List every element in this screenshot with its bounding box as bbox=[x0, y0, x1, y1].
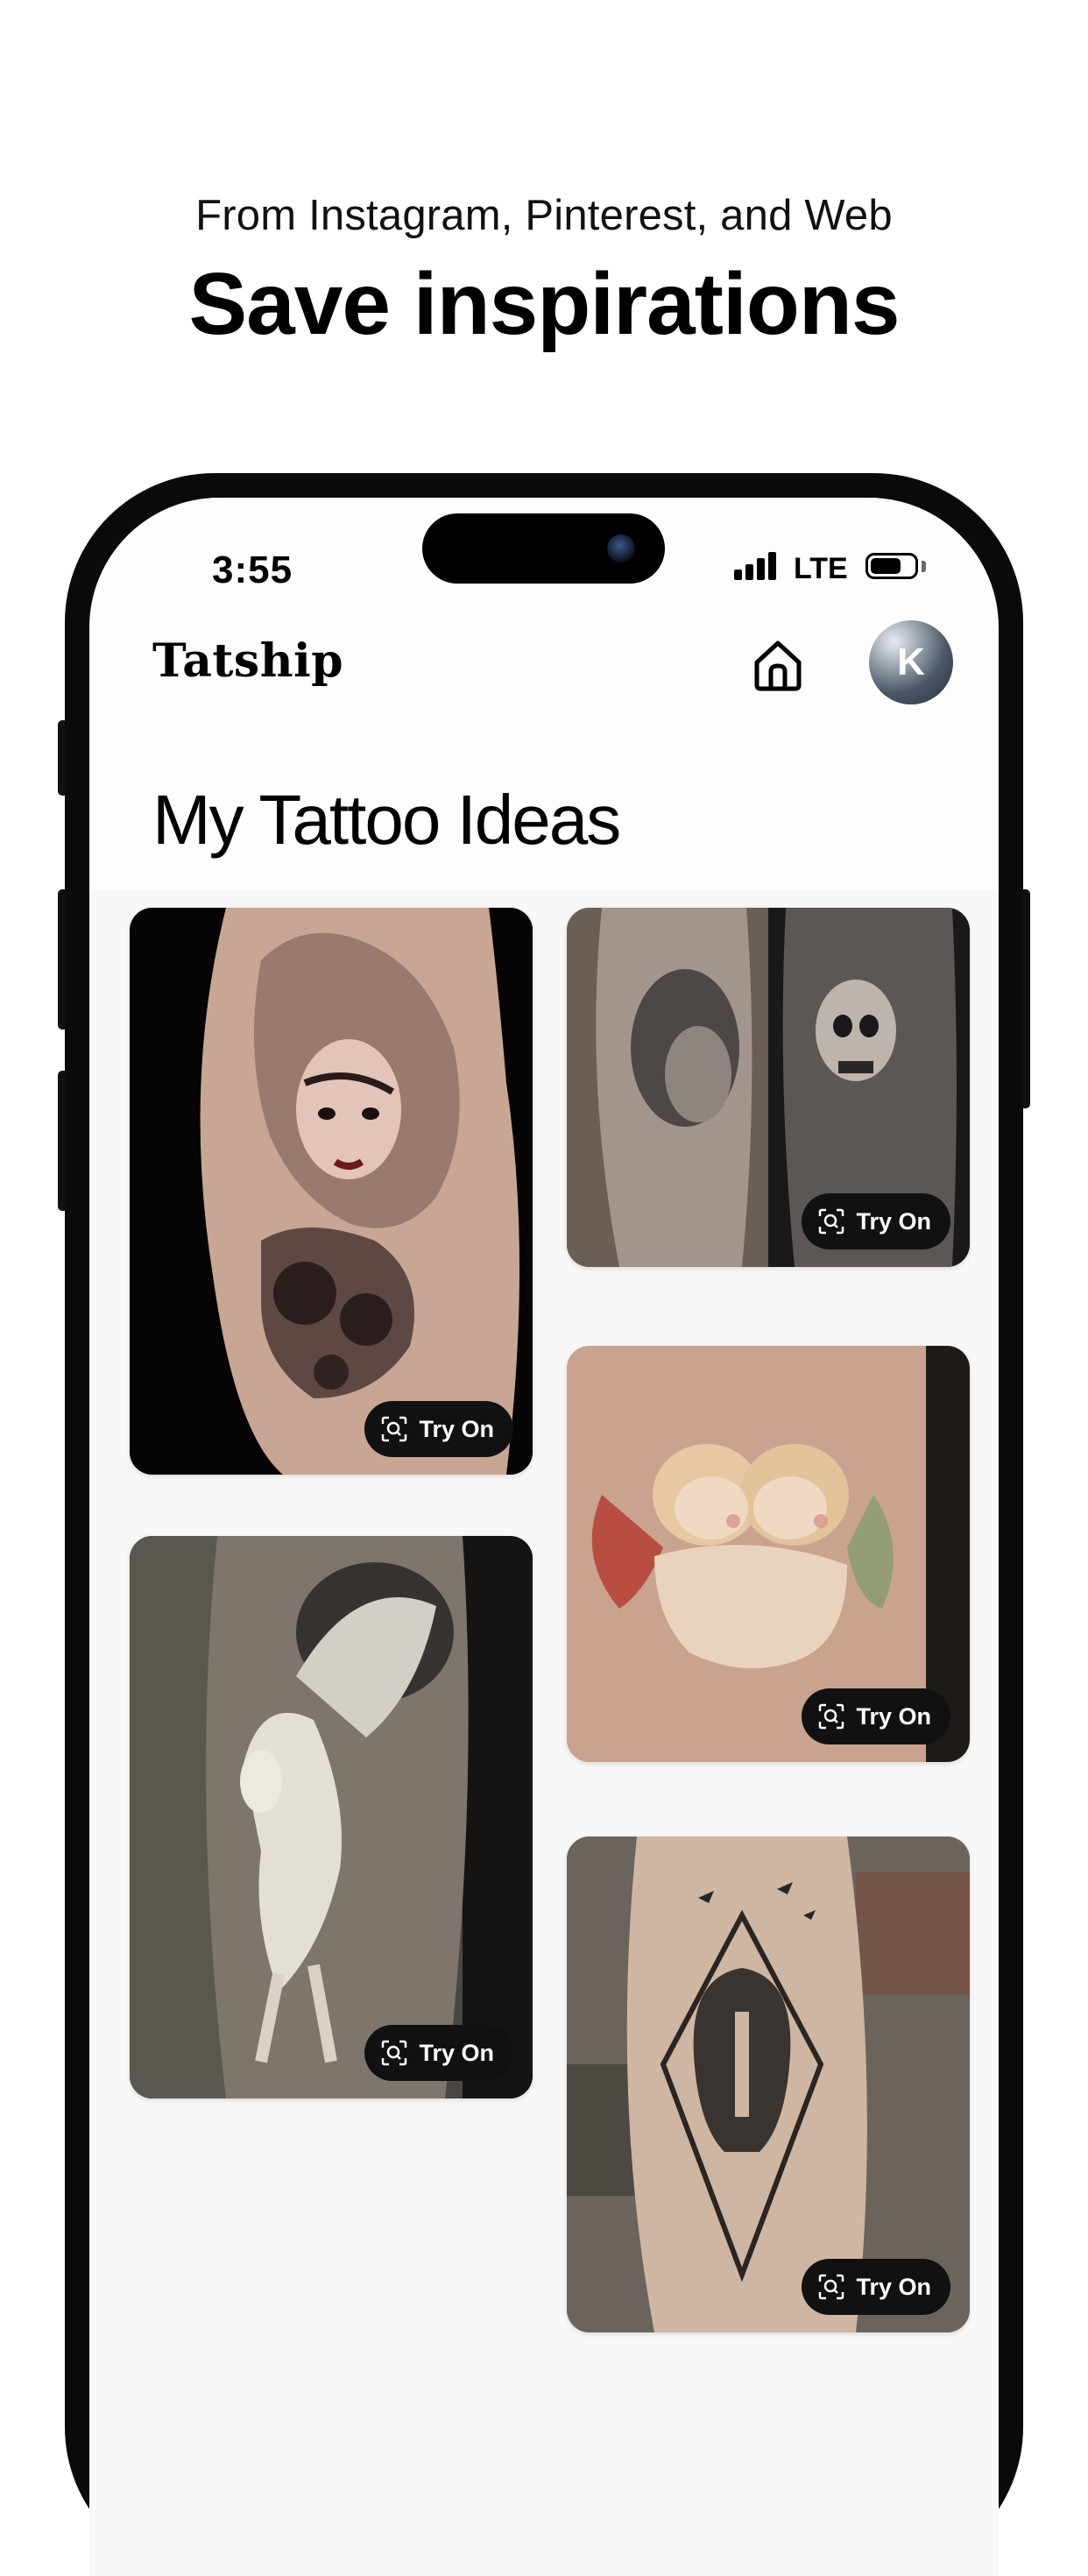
home-button[interactable] bbox=[750, 636, 806, 692]
try-on-button[interactable]: Try On bbox=[802, 1688, 950, 1744]
woman-portrait-tattoo-image bbox=[130, 908, 533, 1475]
promo-title: Save inspirations bbox=[188, 255, 900, 353]
tattoo-card[interactable]: Try On bbox=[567, 1346, 970, 1762]
try-on-label: Try On bbox=[419, 2039, 494, 2066]
dynamic-island bbox=[422, 513, 665, 584]
phone-frame: 3:55 LTE Tatship K My Tattoo Ideas Try O… bbox=[65, 473, 1023, 2576]
tattoo-card[interactable]: Try On bbox=[130, 908, 533, 1475]
status-time: 3:55 bbox=[212, 548, 293, 591]
scan-face-icon bbox=[382, 2040, 407, 2066]
try-on-button[interactable]: Try On bbox=[802, 2259, 950, 2315]
try-on-label: Try On bbox=[419, 1415, 494, 1442]
home-icon bbox=[754, 640, 802, 691]
battery-icon bbox=[865, 553, 918, 579]
scan-face-icon bbox=[819, 1703, 844, 1730]
camera-icon bbox=[607, 534, 635, 563]
try-on-label: Try On bbox=[856, 1207, 931, 1235]
pegasus-tattoo-image bbox=[130, 1536, 533, 2098]
try-on-label: Try On bbox=[856, 2273, 931, 2300]
scan-face-icon bbox=[819, 2274, 844, 2300]
profile-avatar[interactable]: K bbox=[869, 620, 953, 704]
phone-screen: 3:55 LTE Tatship K My Tattoo Ideas Try O… bbox=[89, 498, 999, 2576]
try-on-button[interactable]: Try On bbox=[364, 1401, 513, 1457]
try-on-button[interactable]: Try On bbox=[802, 1193, 950, 1249]
network-type: LTE bbox=[794, 552, 848, 585]
scan-face-icon bbox=[382, 1416, 407, 1442]
try-on-button[interactable]: Try On bbox=[364, 2025, 513, 2081]
battery-cap bbox=[922, 561, 926, 572]
tattoo-card[interactable]: Try On bbox=[130, 1536, 533, 2098]
tattoo-card[interactable]: Try On bbox=[567, 908, 970, 1267]
page-title: My Tattoo Ideas bbox=[152, 781, 621, 859]
scan-face-icon bbox=[819, 1208, 844, 1235]
try-on-label: Try On bbox=[856, 1702, 931, 1730]
promo-subtitle: From Instagram, Pinterest, and Web bbox=[195, 192, 893, 239]
signal-icon bbox=[734, 552, 783, 580]
app-logo[interactable]: Tatship bbox=[152, 634, 343, 688]
battery-level bbox=[871, 558, 901, 574]
tattoo-card[interactable]: Try On bbox=[567, 1836, 970, 2332]
